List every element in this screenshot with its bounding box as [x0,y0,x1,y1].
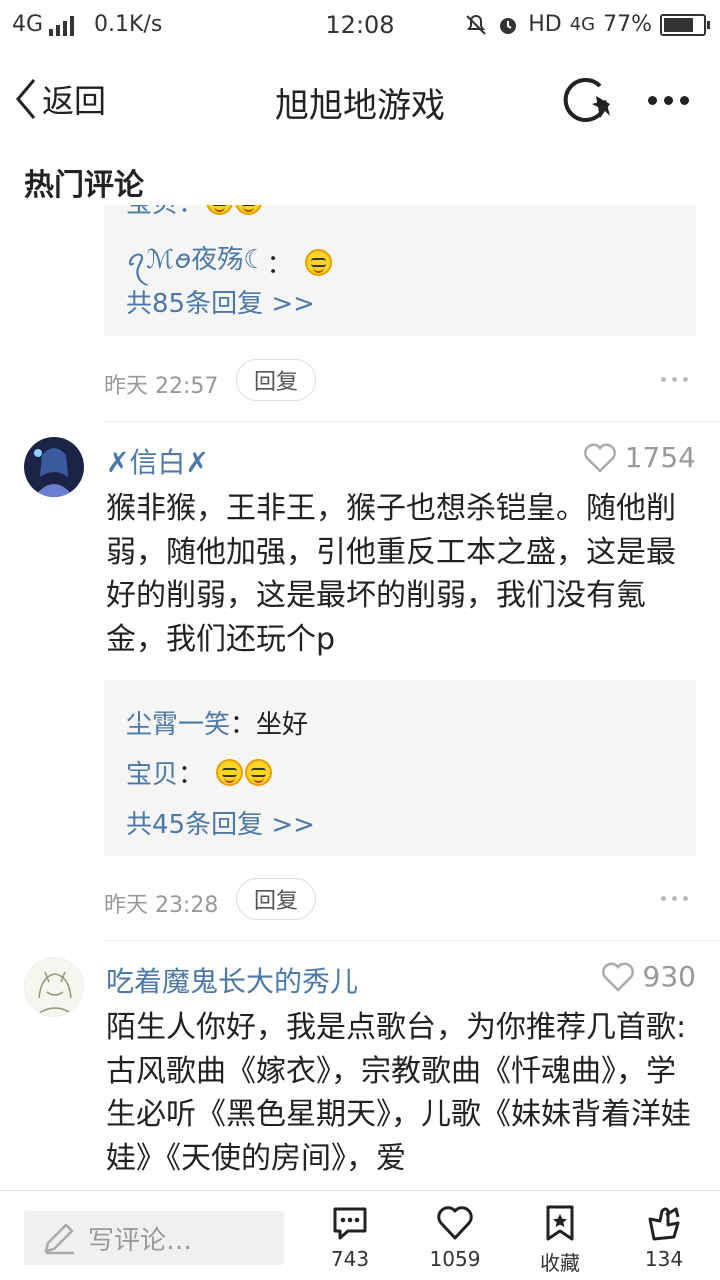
share-count: 134 [644,1247,684,1271]
mute-icon [466,14,486,35]
refresh-icon[interactable] [556,74,616,126]
emoji-icon [235,205,263,215]
avatar-image [24,437,84,497]
more-replies-link[interactable]: 共45条回复 >> [126,804,315,841]
heart-icon [601,962,634,992]
reply-item[interactable]: 尘霄一笑 ： 坐好 [126,704,308,741]
favorite-label: 收藏 [540,1251,580,1275]
avatar-image [25,958,83,1016]
divider [104,940,720,941]
battery-percent: 77% [603,12,652,37]
comment-bubble-icon [333,1207,367,1240]
more-replies-link[interactable]: 共85条回复 >> [126,283,315,320]
write-comment-placeholder: 写评论… [88,1225,193,1256]
heart-icon [437,1206,473,1240]
reply-button[interactable]: 回复 [236,878,316,920]
reply-item[interactable]: 宝贝： [126,205,263,220]
avatar[interactable] [24,437,84,497]
like-button[interactable]: 1754 [583,441,696,474]
comments-button[interactable]: 743 [310,1203,390,1277]
reply-user[interactable]: 宝贝 [126,754,178,791]
write-comment-input[interactable]: 写评论… [24,1211,284,1265]
reply-box[interactable]: 尘霄一笑 ： 坐好 宝贝 ： 共45条回复 >> [104,680,696,856]
likes-count: 1059 [429,1247,481,1271]
comment-meta: 昨天 23:28 回复 [104,878,696,922]
reply-separator: ： [178,760,205,790]
comment-meta: 昨天 22:57 回复 [104,359,696,403]
like-count: 930 [642,960,696,993]
hd-label: HD [528,12,562,37]
divider [104,421,720,422]
emoji-icon [245,759,273,786]
reply-separator: ： [266,249,293,280]
comment-text: 猴非猴，王非王，猴子也想杀铠皇。随他削弱，随他加强，引他重反工本之盛，这是最好的… [106,491,676,657]
comments-count: 743 [330,1247,370,1271]
like-count: 1754 [624,441,696,474]
alarm-icon [500,17,517,34]
reply-button[interactable]: 回复 [236,359,316,401]
reply-item[interactable]: ꪖℳꪮ夜殇☾ ： [126,235,332,289]
emoji-icon [216,759,244,786]
reply-item[interactable]: 宝贝 ： [126,754,273,791]
nav-bar: 返回 旭旭地游戏 [0,60,720,140]
pencil-icon [44,1223,74,1255]
comment-username[interactable]: 吃着魔鬼长大的秀儿 [106,960,358,1000]
reply-user[interactable]: ꪖℳꪮ夜殇☾ [126,235,267,289]
comment-text: 陌生人你好，我是点歌台，为你推荐几首歌:古风歌曲《嫁衣》，宗教歌曲《忏魂曲》，学… [106,1010,691,1176]
share-icon [648,1207,680,1241]
avatar[interactable] [24,957,84,1017]
comment-more-icon[interactable] [661,896,688,901]
bottom-bar: 写评论… 743 1059 收藏 134 [0,1190,720,1280]
comment-time: 昨天 23:28 [104,893,219,918]
comment-more-icon[interactable] [661,377,688,382]
like-button[interactable]: 930 [601,960,696,993]
reply-text: 坐好 [256,710,309,740]
hot-comments-title: 热门评论 [24,168,144,203]
status-bar: 4G 0.1K/s 12:08 HD 4G 77% [0,0,720,50]
heart-icon [583,443,616,473]
like-article-button[interactable]: 1059 [415,1203,495,1277]
comment-username[interactable]: ✗信白✗ [106,441,209,481]
comment-list[interactable]: 宝贝： ꪖℳꪮ夜殇☾ ： 共85条回复 >> 昨天 22:57 回复 ✗信白✗ … [0,205,720,1190]
emoji-icon [304,248,332,276]
reply-user[interactable]: 宝贝： [126,205,204,220]
more-options-icon[interactable] [648,82,698,118]
share-button[interactable]: 134 [624,1203,704,1277]
network-right-label: 4G [569,14,596,35]
reply-user[interactable]: 尘霄一笑 [126,704,230,741]
status-right: HD 4G 77% [464,12,710,37]
comment-time: 昨天 22:57 [104,374,219,399]
reply-separator: ： [230,710,257,740]
reply-box[interactable]: 宝贝： ꪖℳꪮ夜殇☾ ： 共85条回复 >> [104,205,696,336]
favorite-button[interactable]: 收藏 [520,1203,600,1277]
battery-icon [660,13,710,36]
bookmark-star-icon [546,1205,574,1241]
emoji-icon [206,205,234,215]
